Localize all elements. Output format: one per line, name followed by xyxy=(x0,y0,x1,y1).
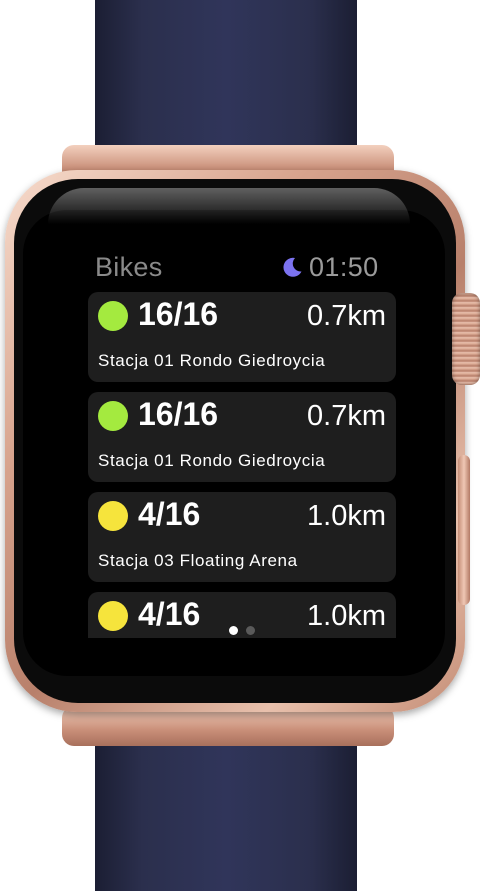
station-card[interactable]: 4/16 1.0km Stacja 03 Floating Arena xyxy=(88,492,396,582)
watch-lug-bottom xyxy=(62,706,394,746)
availability-status-icon xyxy=(98,401,128,431)
station-distance: 1.0km xyxy=(307,600,386,632)
app-title: Bikes xyxy=(95,252,163,282)
station-name: Stacja 01 Rondo Giedroycia xyxy=(98,451,326,470)
station-list[interactable]: 16/16 0.7km Stacja 01 Rondo Giedroycia 1… xyxy=(88,292,396,638)
page-dot xyxy=(246,626,255,635)
page-dot xyxy=(229,626,238,635)
available-bikes: 16/16 xyxy=(138,296,219,332)
moon-icon xyxy=(283,257,302,277)
available-bikes: 16/16 xyxy=(138,396,219,432)
availability-status-icon xyxy=(98,501,128,531)
side-button[interactable] xyxy=(458,455,470,605)
page-indicator[interactable] xyxy=(227,624,261,636)
digital-crown[interactable] xyxy=(452,293,480,385)
station-name: Stacja 01 Rondo Giedroycia xyxy=(98,351,326,370)
app-header: Bikes 01:50 xyxy=(88,250,396,286)
available-bikes: 4/16 xyxy=(138,596,201,632)
station-distance: 1.0km xyxy=(307,500,386,532)
availability-status-icon xyxy=(98,301,128,331)
availability-status-icon xyxy=(98,601,128,631)
bikes-app: Bikes 01:50 16/16 0.7km Stacja 01 Rondo … xyxy=(88,250,396,638)
available-bikes: 4/16 xyxy=(138,496,201,532)
station-card[interactable]: 16/16 0.7km Stacja 01 Rondo Giedroycia xyxy=(88,292,396,382)
station-distance: 0.7km xyxy=(307,400,386,432)
station-name: Stacja 03 Floating Arena xyxy=(98,551,298,570)
clock-time: 01:50 xyxy=(309,252,379,282)
station-card[interactable]: 16/16 0.7km Stacja 01 Rondo Giedroycia xyxy=(88,392,396,482)
station-distance: 0.7km xyxy=(307,300,386,332)
